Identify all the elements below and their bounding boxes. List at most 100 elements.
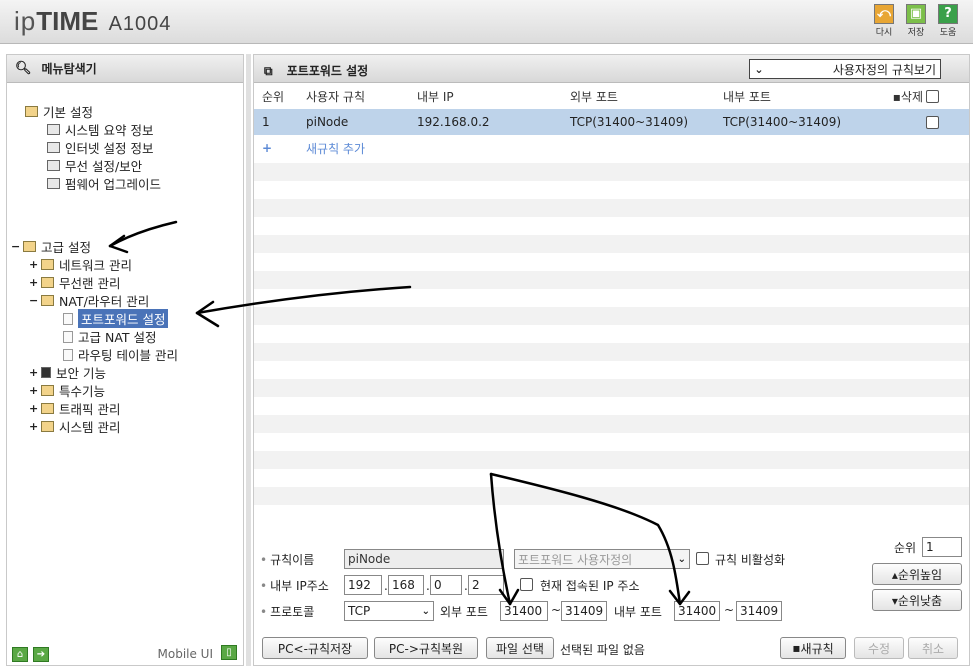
mobile-ui-link[interactable]: Mobile UI (158, 647, 214, 661)
magnifier-icon: 🔍︎ (15, 61, 32, 76)
tree-special-functions[interactable]: + 특수기능 (29, 381, 105, 400)
rule-edit-form: • 규칙이름 piNode 포트포워드 사용자정의 ⌄ 규칙 비활성화 순위 1 … (254, 537, 969, 629)
chevron-down-icon: ⌄ (421, 605, 430, 617)
tree-advanced-settings[interactable]: − 고급 설정 (11, 237, 91, 256)
tree-label: 네트워크 관리 (59, 258, 132, 273)
protocol-select[interactable]: TCP ⌄ (344, 601, 434, 621)
empty-row (254, 163, 969, 181)
empty-row (254, 325, 969, 343)
logout-button[interactable]: ➔ (33, 646, 49, 662)
tree-label: 라우팅 테이블 관리 (78, 348, 178, 363)
empty-row (254, 253, 969, 271)
tree-label: 보안 기능 (56, 366, 106, 381)
folder-icon (23, 241, 36, 252)
page-icon (63, 330, 73, 343)
help-button[interactable]: ? 도움 (935, 4, 961, 38)
preset-select-value: 포트포워드 사용자정의 (518, 552, 633, 567)
wireless-icon (47, 160, 60, 171)
save-rules-to-pc-button[interactable]: PC<-규칙저장 (262, 637, 368, 659)
internal-port-from[interactable]: 31400 (674, 601, 720, 621)
tree-label: 펌웨어 업그레이드 (65, 177, 161, 192)
page-icon (63, 348, 73, 361)
protocol-label: • 프로토콜 (260, 605, 315, 619)
empty-row (254, 271, 969, 289)
new-rule-button[interactable]: ▪ 새규칙 (780, 637, 846, 659)
tree-item-advanced-nat[interactable]: 고급 NAT 설정 (63, 327, 157, 346)
tree-security[interactable]: + 보안 기능 (29, 363, 106, 382)
panel-title-text: 포트포워드 설정 (286, 64, 369, 78)
add-rule-row[interactable]: + 새규칙 추가 (254, 135, 969, 161)
tree-item-wireless-security[interactable]: 무선 설정/보안 (47, 156, 142, 175)
col-rank: 순위 (262, 89, 285, 104)
external-port-from[interactable]: 31400 (500, 601, 548, 621)
plus-icon: + (262, 141, 273, 155)
brand-prefix: ip (14, 6, 37, 36)
ip-octet-3[interactable]: 0 (430, 575, 462, 595)
col-internal-ip: 내부 IP (417, 89, 454, 104)
empty-row (254, 505, 969, 523)
file-select-button[interactable]: 파일 선택 (486, 637, 554, 659)
external-port-to[interactable]: 31409 (561, 601, 607, 621)
cancel-button[interactable]: 취소 (908, 637, 958, 659)
disable-rule-checkbox[interactable] (696, 552, 709, 565)
rule-name-input[interactable]: piNode (344, 549, 504, 569)
rank-up-button[interactable]: ▴순위높임 (872, 563, 962, 585)
brand-logo: ipTIME A1004 (14, 6, 171, 37)
tree-system-management[interactable]: + 시스템 관리 (29, 417, 120, 436)
page-icon (63, 312, 73, 325)
traffic-icon (41, 403, 54, 414)
tree-traffic-management[interactable]: + 트래픽 관리 (29, 399, 120, 418)
range-tilde: ~ (551, 603, 562, 617)
ip-octet-4[interactable]: 2 (468, 575, 504, 595)
tree-item-internet-info[interactable]: 인터넷 설정 정보 (47, 138, 153, 157)
tree-label: 포트포워드 설정 (78, 309, 169, 328)
rank-input[interactable]: 1 (922, 537, 962, 557)
phone-icon: ▯ (226, 647, 232, 658)
row-ip: 192.168.0.2 (417, 115, 490, 129)
internal-port-label: 내부 포트 (614, 605, 662, 619)
tree-basic-settings[interactable]: 기본 설정 (25, 102, 93, 121)
chevron-down-icon: ⌄ (677, 553, 686, 565)
tree-label: 인터넷 설정 정보 (65, 141, 154, 156)
wireless-icon (41, 277, 54, 288)
menu-explorer-header: 🔍︎ 메뉴탐색기 (7, 55, 243, 83)
panel-splitter[interactable] (246, 54, 251, 666)
preset-select[interactable]: 포트포워드 사용자정의 ⌄ (514, 549, 690, 569)
panel-header: ⧉ 포트포워드 설정 ⌄ 사용자정의 규칙보기 (254, 55, 969, 83)
save-icon: ▣ (906, 4, 926, 24)
expand-icon: + (29, 402, 39, 415)
save-button[interactable]: ▣ 저장 (903, 4, 929, 38)
new-rule-icon: ▪ (792, 641, 801, 655)
ip-octet-2[interactable]: 168 (388, 575, 424, 595)
rank-label: 순위 (894, 541, 917, 555)
row-delete-checkbox[interactable] (926, 115, 939, 129)
redo-button[interactable]: ⤺ 다시 (871, 4, 897, 38)
folder-icon (25, 106, 38, 117)
mobile-ui-button[interactable]: ▯ (221, 645, 237, 660)
rule-view-select[interactable]: ⌄ 사용자정의 규칙보기 (749, 59, 941, 79)
tree-nat-router[interactable]: − NAT/라우터 관리 (29, 291, 149, 310)
network-icon (41, 259, 54, 270)
current-ip-checkbox[interactable] (520, 578, 533, 591)
folder-icon (41, 385, 54, 396)
restore-rules-from-pc-button[interactable]: PC->규칙복원 (374, 637, 478, 659)
table-row[interactable]: 1 piNode 192.168.0.2 TCP(31400~31409) TC… (254, 109, 969, 135)
tree-item-port-forward[interactable]: 포트포워드 설정 (63, 309, 169, 328)
modify-button[interactable]: 수정 (854, 637, 904, 659)
expand-icon: + (29, 276, 39, 289)
external-port-label: 외부 포트 (440, 605, 488, 619)
tree-item-firmware-upgrade[interactable]: 펌웨어 업그레이드 (47, 174, 161, 193)
tree-wireless-management[interactable]: + 무선랜 관리 (29, 273, 120, 292)
row-internal-port: TCP(31400~31409) (723, 115, 842, 129)
ip-octet-1[interactable]: 192 (344, 575, 382, 595)
tree-item-routing-table[interactable]: 라우팅 테이블 관리 (63, 345, 178, 364)
empty-row (254, 397, 969, 415)
empty-row (254, 181, 969, 199)
home-button[interactable]: ⌂ (12, 646, 28, 662)
empty-row (254, 199, 969, 217)
tree-network-management[interactable]: + 네트워크 관리 (29, 255, 132, 274)
select-all-checkbox[interactable] (926, 89, 939, 103)
rank-down-button[interactable]: ▾순위낮춤 (872, 589, 962, 611)
internal-port-to[interactable]: 31409 (736, 601, 782, 621)
tree-item-system-summary[interactable]: 시스템 요약 정보 (47, 120, 153, 139)
